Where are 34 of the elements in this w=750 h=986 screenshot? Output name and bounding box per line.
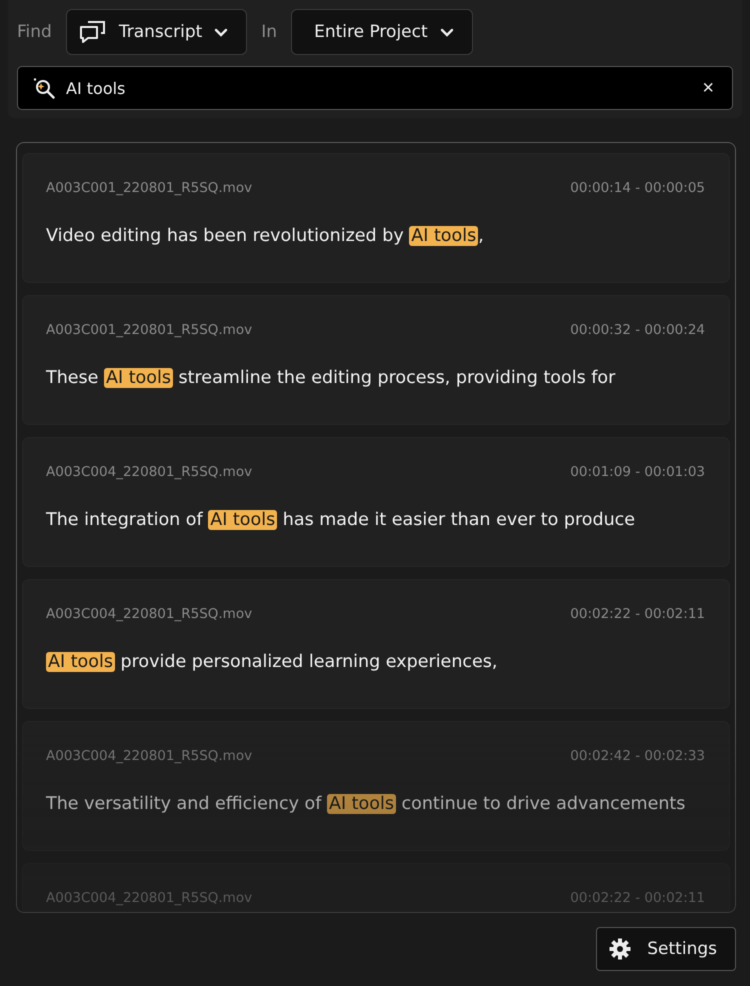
settings-button[interactable]: Settings bbox=[596, 927, 736, 971]
result-card[interactable]: A003C004_220801_R5SQ.mov 00:01:09 - 00:01:03 The integration of AI tools has made it easier than ever to produce bbox=[22, 437, 730, 567]
file-name: A003C004_220801_R5SQ.mov bbox=[46, 748, 252, 764]
file-name: A003C004_220801_R5SQ.mov bbox=[46, 606, 252, 622]
file-name: A003C004_220801_R5SQ.mov bbox=[46, 464, 252, 480]
timecode: 00:00:32 - 00:00:24 bbox=[570, 322, 705, 338]
file-name: A003C001_220801_R5SQ.mov bbox=[46, 322, 252, 338]
timecode: 00:02:22 - 00:02:11 bbox=[570, 890, 705, 906]
transcript-line: Video editing has been revolutionized by AI tools, bbox=[46, 226, 485, 246]
timecode: 00:01:09 - 00:01:03 bbox=[570, 464, 705, 480]
range-dropdown[interactable]: Entire Project bbox=[291, 9, 473, 55]
sparkle-search-icon bbox=[32, 77, 56, 99]
result-card[interactable]: A003C001_220801_R5SQ.mov 00:00:32 - 00:00:24 These AI tools streamline the editing process, providing tools for bbox=[22, 295, 730, 425]
transcript-line: These AI tools streamline the editing process, providing tools for bbox=[46, 368, 616, 388]
find-label: Find bbox=[17, 22, 52, 42]
result-card[interactable]: A003C001_220801_R5SQ.mov 00:00:14 - 00:00:05 Video editing has been revolutionized by AI tools, bbox=[22, 153, 730, 283]
file-name: A003C001_220801_R5SQ.mov bbox=[46, 180, 252, 196]
timecode: 00:02:22 - 00:02:11 bbox=[570, 606, 705, 622]
transcript-line: The versatility and efficiency of AI tools continue to drive advancements bbox=[46, 794, 686, 814]
timecode: 00:00:14 - 00:00:05 bbox=[570, 180, 705, 196]
file-name: A003C004_220801_R5SQ.mov bbox=[46, 890, 252, 906]
search-field[interactable]: AI tools × bbox=[17, 66, 733, 110]
in-label: In bbox=[261, 22, 278, 42]
transcript-line: AI tools provide personalized learning experiences, bbox=[46, 652, 498, 672]
result-card[interactable]: A003C004_220801_R5SQ.mov 00:02:22 - 00:02:11 AI tools provide personalized learning experiences, bbox=[22, 579, 730, 709]
chat-bubbles-icon bbox=[78, 20, 107, 44]
chevron-down-icon bbox=[214, 28, 228, 36]
scope-dropdown[interactable]: Transcript bbox=[66, 9, 248, 55]
clear-button[interactable]: × bbox=[698, 76, 718, 100]
chevron-down-icon bbox=[440, 28, 454, 36]
timecode: 00:02:42 - 00:02:33 bbox=[570, 748, 705, 764]
settings-icon bbox=[609, 938, 632, 960]
result-card[interactable]: A003C004_220801_R5SQ.mov 00:02:42 - 00:02:33 The versatility and efficiency of AI tools continue to drive advancements bbox=[22, 721, 730, 851]
transcript-line: The integration of AI tools has made it easier than ever to produce bbox=[46, 510, 636, 530]
